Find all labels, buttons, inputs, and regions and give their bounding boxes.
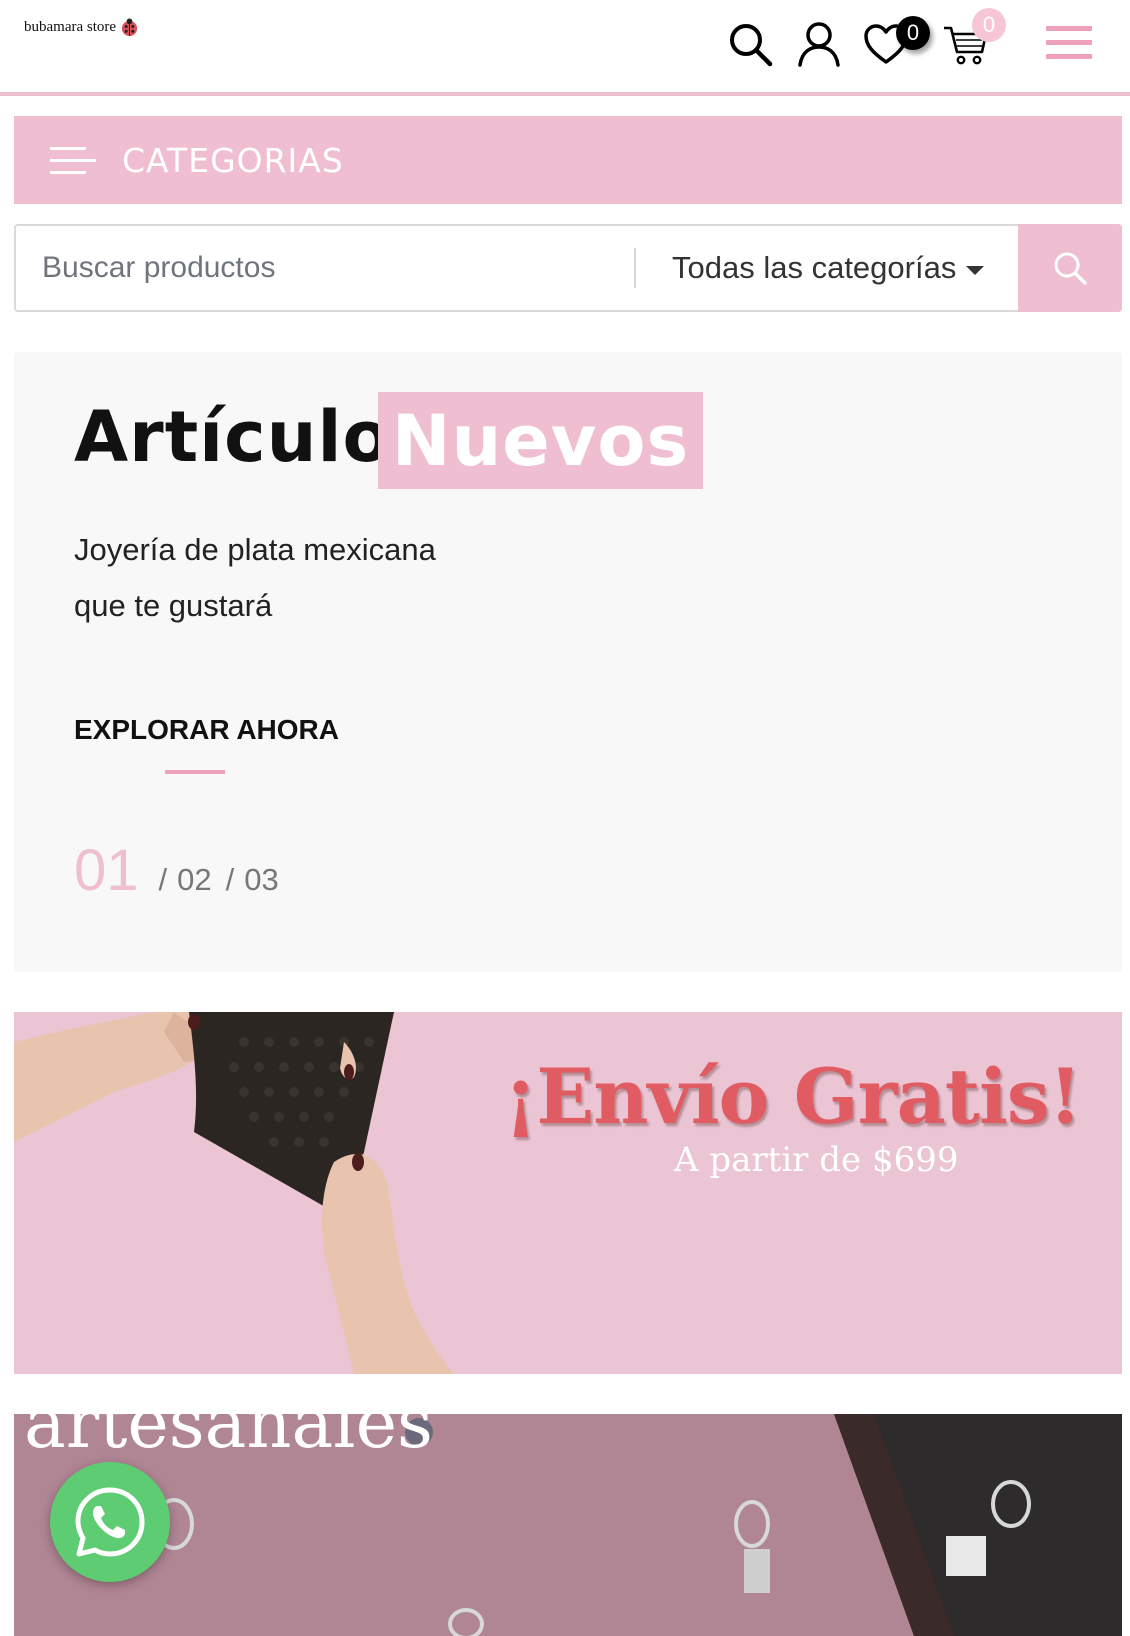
hands-package-image [14,1012,454,1374]
hero-title-part2: Nuevos [391,399,690,482]
free-shipping-subtitle: A partir de $699 [674,1140,959,1180]
category-select[interactable]: Todas las categorías [672,226,985,310]
hero-subtitle: Joyería de plata mexicana que te gustará [74,522,436,634]
free-shipping-banner[interactable]: ¡Envío Gratis! A partir de $699 [14,1012,1122,1374]
slide-pager: 01 /02 /03 [74,837,279,904]
logo-text: bubamara store [24,19,117,35]
whatsapp-icon [75,1487,145,1557]
hero-subtitle-line1: Joyería de plata mexicana [74,532,436,567]
search-button[interactable] [1018,224,1122,312]
site-header: bubamara store 0 0 [0,0,1130,96]
slide-page[interactable]: /02 [159,862,212,898]
caret-down-icon [966,265,985,275]
categories-toggle[interactable]: CATEGORIAS [14,116,1122,204]
search-divider [634,248,636,288]
explore-underline [165,770,225,774]
cart-count-badge: 0 [972,8,1006,42]
hero-subtitle-line2: que te gustará [74,588,273,623]
user-icon[interactable] [795,20,843,68]
product-search-bar: Todas las categorías [14,224,1122,312]
slide-current[interactable]: 01 [74,837,139,904]
logo[interactable]: bubamara store [24,18,139,37]
artisan-banner-text: artesanales [24,1414,433,1464]
artisan-banner[interactable]: artesanales [14,1414,1122,1636]
hero-title-highlight: Nuevos [378,392,703,489]
categories-menu-icon [50,145,96,175]
whatsapp-button[interactable] [50,1462,170,1582]
categories-label: CATEGORIAS [122,140,344,180]
hero-slider: Artículos Nuevos Joyería de plata mexica… [14,352,1122,972]
search-icon[interactable] [726,20,774,68]
search-icon [1054,252,1087,285]
menu-icon[interactable] [1046,26,1092,60]
ladybug-icon [121,18,138,37]
search-input[interactable] [16,226,636,310]
explore-now-link[interactable]: EXPLORAR AHORA [74,714,339,746]
category-select-label: Todas las categorías [672,250,957,285]
free-shipping-title: ¡Envío Gratis! [504,1052,1082,1141]
wishlist-count-badge: 0 [896,16,930,50]
slide-page[interactable]: /03 [226,862,279,898]
